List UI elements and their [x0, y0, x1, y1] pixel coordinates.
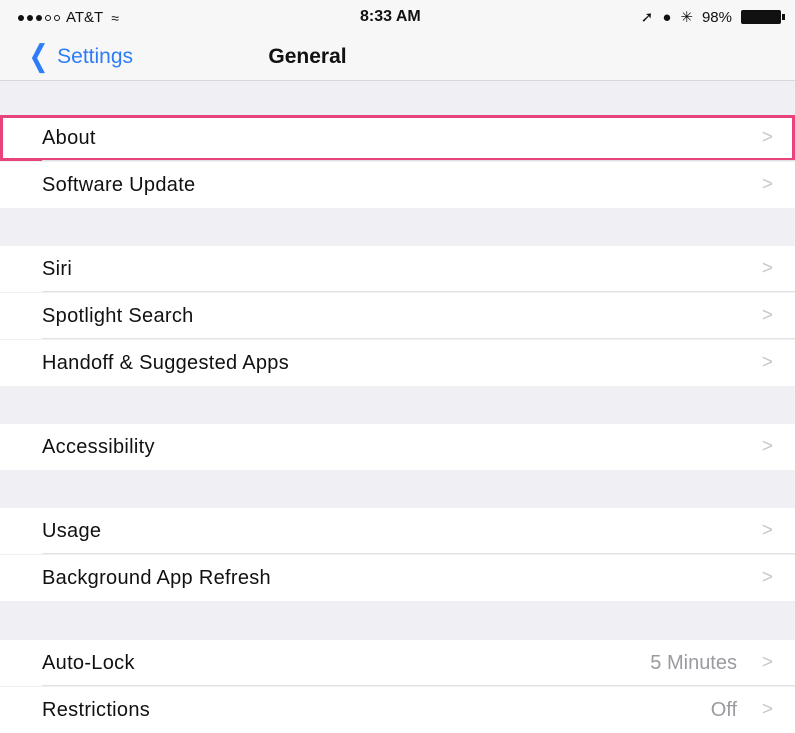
chevron-right-icon: > — [761, 352, 773, 373]
row-label: Restrictions — [42, 699, 151, 721]
status-indicators: ➚ ● ✳ 98% — [640, 8, 785, 26]
battery-icon — [741, 10, 785, 24]
chevron-right-icon: > — [761, 520, 773, 541]
row-label: About — [42, 127, 96, 149]
row-label: Handoff & Suggested Apps — [42, 352, 290, 374]
row-divider — [42, 553, 795, 554]
settings-row-about[interactable]: About > — [0, 115, 795, 161]
chevron-right-icon: > — [761, 127, 773, 148]
row-label: Usage — [42, 520, 102, 542]
signal-strength-icon — [18, 14, 60, 21]
settings-row-usage[interactable]: Usage > — [0, 508, 795, 554]
settings-row-software-update[interactable]: Software Update > — [0, 162, 795, 208]
row-label: Background App Refresh — [42, 567, 271, 589]
settings-row-background-app-refresh[interactable]: Background App Refresh > — [0, 555, 795, 601]
settings-row-accessibility[interactable]: Accessibility > — [0, 424, 795, 470]
alarm-icon: ● — [662, 8, 672, 26]
chevron-right-icon: > — [761, 436, 773, 457]
settings-row-siri[interactable]: Siri > — [0, 246, 795, 292]
row-label: Auto-Lock — [42, 652, 135, 674]
row-divider — [42, 291, 795, 292]
row-value: 5 Minutes — [650, 652, 737, 674]
carrier-name: AT&T — [66, 9, 104, 26]
page-title: General — [268, 45, 347, 68]
row-label: Siri — [42, 258, 73, 280]
row-divider — [42, 338, 795, 339]
row-value: Off — [710, 699, 737, 721]
status-time: 8:33 AM — [360, 8, 421, 25]
row-divider — [42, 160, 795, 161]
status-bar: AT&T ≈ 8:33 AM ➚ ● ✳ 98% — [0, 0, 795, 36]
chevron-right-icon: > — [761, 305, 773, 326]
bluetooth-icon: ✳ — [680, 9, 693, 26]
chevron-right-icon: > — [761, 567, 773, 588]
settings-row-handoff[interactable]: Handoff & Suggested Apps > — [0, 340, 795, 386]
settings-row-restrictions[interactable]: Restrictions Off > — [0, 687, 795, 733]
wifi-icon: ≈ — [111, 9, 119, 26]
location-icon: ➚ — [640, 9, 654, 26]
row-label: Spotlight Search — [42, 305, 194, 327]
chevron-right-icon: > — [761, 174, 773, 195]
row-label: Software Update — [42, 174, 196, 196]
battery-percentage: 98% — [701, 8, 732, 26]
chevron-right-icon: > — [761, 699, 773, 720]
row-label: Accessibility — [42, 436, 155, 458]
chevron-right-icon: > — [761, 258, 773, 279]
settings-row-auto-lock[interactable]: Auto-Lock 5 Minutes > — [0, 640, 795, 686]
row-divider — [42, 685, 795, 686]
carrier-group: AT&T ≈ — [18, 9, 119, 26]
navigation-bar: ❮ Settings General — [0, 36, 795, 81]
settings-row-spotlight-search[interactable]: Spotlight Search > — [0, 293, 795, 339]
chevron-right-icon: > — [761, 652, 773, 673]
